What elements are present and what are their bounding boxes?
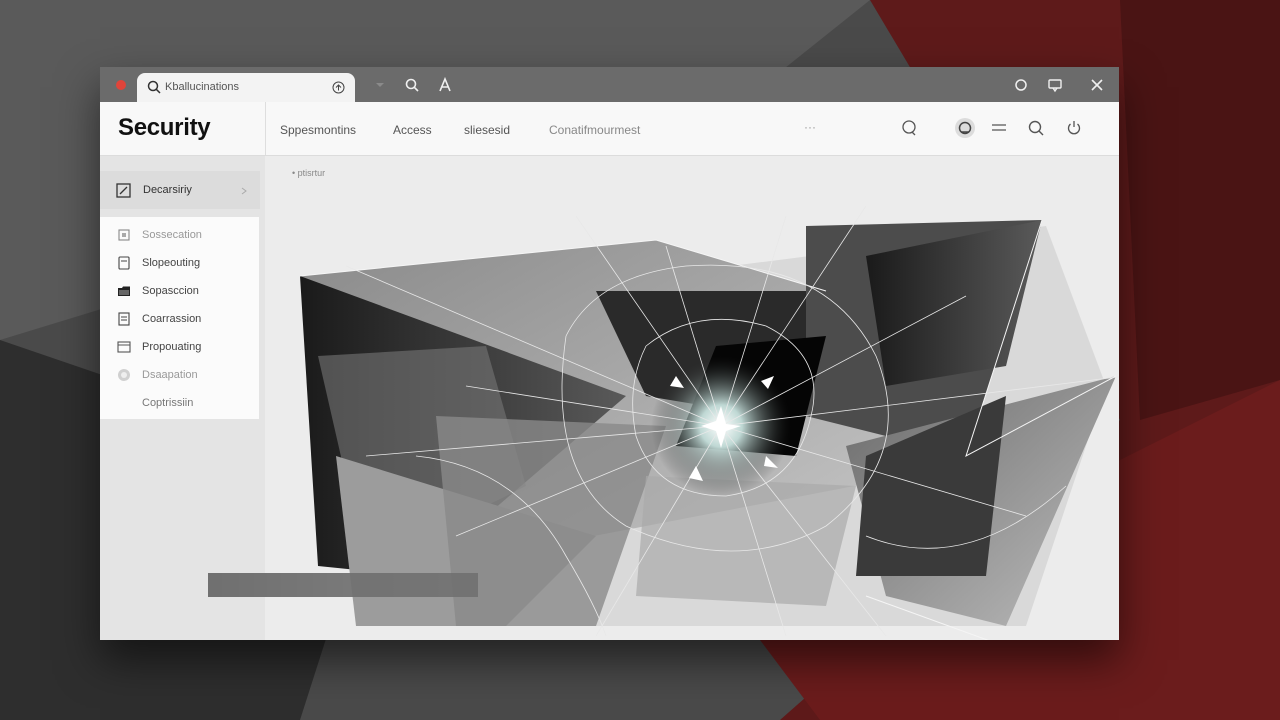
circle-icon <box>118 369 130 381</box>
menu-icon[interactable] <box>990 119 1008 137</box>
window-icon <box>117 341 131 353</box>
more-menu[interactable]: ··· <box>804 120 816 134</box>
sidebar-item-4[interactable]: Coarrassion <box>100 309 259 331</box>
nav-tab-4[interactable]: Conatifmourmest <box>549 123 640 137</box>
sidebar-item-5[interactable]: Propouating <box>100 337 259 359</box>
checklist-icon <box>118 312 130 326</box>
square-icon <box>118 229 130 241</box>
title-bar: Kballucinations <box>100 67 1119 102</box>
sidebar-item-label: Coarrassion <box>142 313 202 325</box>
sidebar-item-6[interactable]: Dsaapation <box>100 365 259 387</box>
main-content: • ptisrtur <box>208 156 1119 640</box>
sidebar-item-label: Sossecation <box>142 229 202 241</box>
app-window: Kballucinations Security Sppesmontins Ac… <box>100 67 1119 640</box>
nav-tab-1[interactable]: Sppesmontins <box>280 123 356 137</box>
search-icon[interactable] <box>1027 119 1045 137</box>
edit-icon <box>116 183 131 198</box>
header-divider <box>265 102 266 155</box>
search-icon <box>147 80 161 94</box>
shattered-glass-illustration <box>299 205 1119 640</box>
page-title: Security <box>118 114 211 141</box>
sidebar-item-label: Coptrissiin <box>142 397 194 409</box>
document-icon <box>118 256 130 270</box>
chevron-right-icon <box>241 187 247 195</box>
close-window-dot[interactable] <box>116 80 126 90</box>
browser-tab[interactable]: Kballucinations <box>137 73 355 102</box>
sidebar-list: Sossecation Slopeouting Sopasccion Coarr… <box>100 217 259 419</box>
sidebar-item-label: Slopeouting <box>142 257 201 269</box>
sidebar-header-label: Decarsiriy <box>143 184 192 196</box>
chat-bubble-icon[interactable] <box>900 119 918 137</box>
nav-tab-3[interactable]: sliesesid <box>464 123 510 137</box>
sidebar-item-label: Dsaapation <box>142 369 198 381</box>
sidebar-item-2[interactable]: Slopeouting <box>100 253 259 275</box>
close-icon[interactable] <box>1089 77 1105 93</box>
chevron-down-icon[interactable] <box>372 77 388 93</box>
breadcrumb: • ptisrtur <box>292 168 326 178</box>
sidebar-header-item[interactable]: Decarsiriy <box>100 171 260 209</box>
tab-label: Kballucinations <box>165 81 239 93</box>
restore-icon[interactable] <box>1013 77 1029 93</box>
sidebar-item-1[interactable]: Sossecation <box>100 225 259 247</box>
account-icon[interactable] <box>954 117 976 139</box>
tab-refresh-icon[interactable] <box>332 81 345 94</box>
nav-tab-access[interactable]: Access <box>393 123 432 137</box>
sidebar-item-label: Propouating <box>142 341 202 353</box>
sidebar-item-label: Sopasccion <box>142 285 199 297</box>
sidebar-item-7[interactable]: Coptrissiin <box>100 393 259 415</box>
chat-icon[interactable] <box>1047 77 1063 93</box>
sidebar: Decarsiriy Sossecation Slopeouting Sopas… <box>100 156 265 640</box>
sidebar-item-3[interactable]: Sopasccion <box>100 281 259 303</box>
horizontal-scrollbar[interactable] <box>208 573 478 597</box>
power-icon[interactable] <box>1065 119 1083 137</box>
search-icon[interactable] <box>404 77 420 93</box>
font-icon[interactable] <box>437 77 453 93</box>
folder-icon <box>118 286 130 296</box>
app-header: Security Sppesmontins Access sliesesid C… <box>100 102 1119 156</box>
